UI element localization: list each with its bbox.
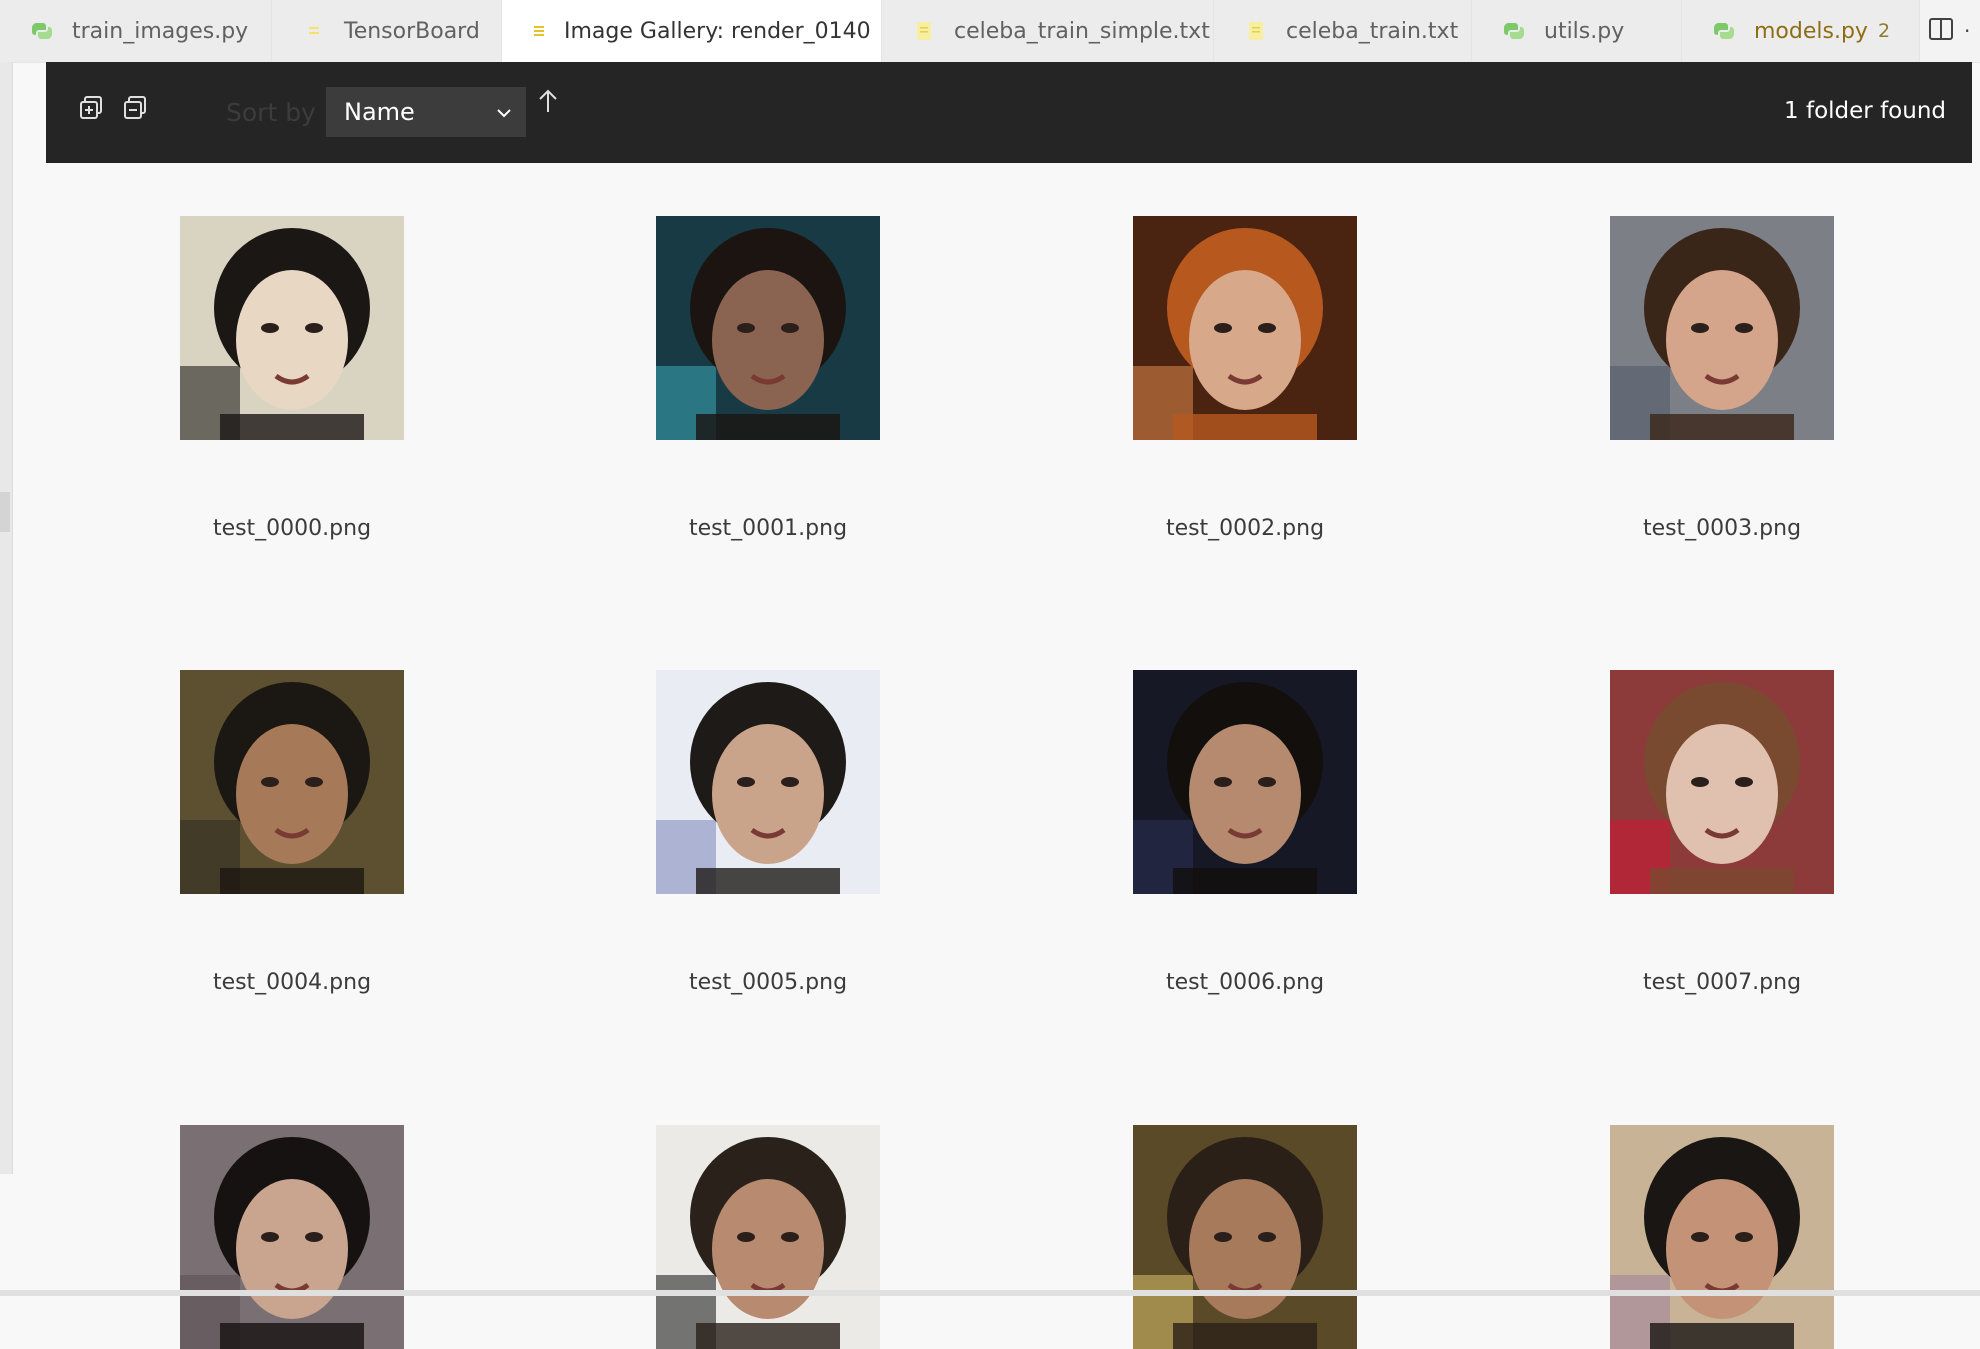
tab-utils[interactable]: utils.py <box>1472 0 1682 62</box>
image-filename: test_0006.png <box>1165 970 1325 995</box>
image-thumbnail[interactable] <box>656 670 880 894</box>
image-thumbnail[interactable] <box>1133 670 1357 894</box>
horizontal-scrollbar[interactable] <box>0 1290 1980 1296</box>
image-filename: test_0007.png <box>1642 970 1802 995</box>
tab-label: utils.py <box>1544 18 1625 44</box>
text-file-icon <box>1244 19 1268 43</box>
tab-celeba-train-simple[interactable]: celeba_train_simple.txt <box>882 0 1214 62</box>
image-thumbnail[interactable] <box>1133 216 1357 440</box>
more-actions-icon[interactable]: · <box>1964 19 1970 43</box>
tab-label: models.py <box>1754 18 1868 44</box>
sort-ascending-icon[interactable] <box>536 88 560 120</box>
gallery-toolbar: Sort by Name 1 folder found <box>46 62 1972 163</box>
split-editor-icon[interactable] <box>1928 16 1954 46</box>
image-filename: test_0002.png <box>1165 516 1325 541</box>
collapse-all-icon[interactable] <box>123 95 151 123</box>
python-icon <box>1502 19 1526 43</box>
sidebar-scroll-marker <box>0 492 10 532</box>
image-filename: test_0005.png <box>688 970 848 995</box>
tab-actions: · <box>1920 0 1980 62</box>
sidebar-edge <box>0 62 13 1174</box>
python-icon <box>1712 19 1736 43</box>
tab-label: celeba_train.txt <box>1286 18 1459 44</box>
sort-select[interactable]: Name <box>326 87 526 137</box>
tab-label: TensorBoard <box>344 18 480 44</box>
image-thumbnail[interactable] <box>180 670 404 894</box>
tab-label: celeba_train_simple.txt <box>954 18 1210 44</box>
image-thumbnail[interactable] <box>656 1125 880 1349</box>
image-filename: test_0003.png <box>1642 516 1802 541</box>
problems-badge: 2 <box>1877 20 1891 42</box>
tab-models[interactable]: models.py 2 <box>1682 0 1920 62</box>
tab-image-gallery[interactable]: Image Gallery: render_0140 <box>502 0 904 62</box>
image-filename: test_0000.png <box>212 516 372 541</box>
editor-tab-bar: train_images.py TensorBoard Image Galler… <box>0 0 1980 63</box>
image-thumbnail[interactable] <box>1133 1125 1357 1349</box>
python-icon <box>30 19 54 43</box>
tab-label: Image Gallery: render_0140 <box>564 18 871 44</box>
tab-label: train_images.py <box>72 18 249 44</box>
image-filename: test_0004.png <box>212 970 372 995</box>
image-thumbnail[interactable] <box>180 216 404 440</box>
image-thumbnail[interactable] <box>180 1125 404 1349</box>
image-thumbnail[interactable] <box>1610 670 1834 894</box>
tensorboard-icon <box>302 19 326 43</box>
folder-count: 1 folder found <box>1784 98 1946 124</box>
text-file-icon <box>912 19 936 43</box>
chevron-down-icon <box>494 101 514 129</box>
tab-train-images[interactable]: train_images.py <box>0 0 272 62</box>
image-thumbnail[interactable] <box>1610 216 1834 440</box>
image-filename: test_0001.png <box>688 516 848 541</box>
image-thumbnail[interactable] <box>1610 1125 1834 1349</box>
tab-celeba-train[interactable]: celeba_train.txt <box>1214 0 1472 62</box>
sort-select-value: Name <box>344 98 415 126</box>
sort-by-label: Sort by <box>226 98 316 127</box>
image-thumbnail[interactable] <box>656 216 880 440</box>
expand-all-icon[interactable] <box>79 95 107 123</box>
gallery-icon <box>532 19 546 43</box>
image-gallery-grid: test_0000.png test_0001.png test_0002.png t… <box>0 0 1980 1349</box>
tab-tensorboard[interactable]: TensorBoard <box>272 0 502 62</box>
